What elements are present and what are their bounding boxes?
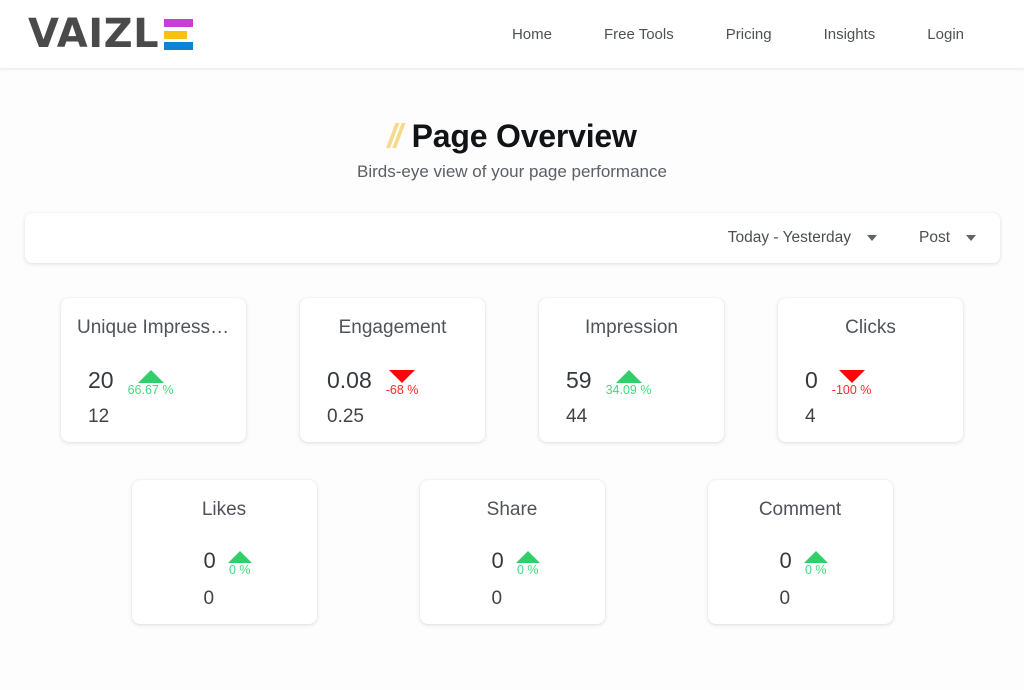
metric-delta-block: 0 % bbox=[515, 550, 540, 578]
metric-delta-block: 0 % bbox=[227, 550, 252, 578]
nav-item-home[interactable]: Home bbox=[512, 26, 552, 43]
brand-bar-magenta bbox=[164, 19, 194, 27]
date-range-label: Today - Yesterday bbox=[727, 228, 851, 246]
chevron-down-icon bbox=[866, 234, 877, 241]
metric-title: Engagement bbox=[338, 316, 447, 338]
metric-delta-text: 0 % bbox=[516, 562, 539, 577]
metric-delta-text: 0 % bbox=[228, 562, 251, 577]
filter-bar: Today - Yesterday Post bbox=[25, 212, 1000, 263]
nav-item-insights[interactable]: Insights bbox=[824, 26, 876, 43]
metric-title: Comment bbox=[758, 498, 842, 520]
brand-logo[interactable]: VAIZL bbox=[28, 11, 194, 57]
page-title-text: Page Overview bbox=[411, 118, 637, 154]
metric-title: Unique Impressi... bbox=[77, 316, 230, 338]
metric-figures: 20 66.67 % 12 bbox=[77, 368, 230, 428]
brand-wordmark: VAIZL bbox=[28, 11, 160, 57]
brand-bar-blue bbox=[164, 42, 194, 50]
metric-delta-block: 0 % bbox=[803, 550, 828, 578]
content-type-label: Post bbox=[918, 228, 950, 246]
metric-card-unique-impressions[interactable]: Unique Impressi... 20 66.67 % 12 bbox=[61, 297, 246, 442]
metric-title: Share bbox=[486, 498, 538, 520]
metric-delta-block: 34.09 % bbox=[605, 369, 652, 398]
metric-card-engagement[interactable]: Engagement 0.08 -68 % 0.25 bbox=[300, 297, 485, 442]
metric-previous-value: 0 bbox=[203, 587, 215, 609]
site-header: VAIZL Home Free Tools Pricing Insights L… bbox=[0, 0, 1024, 68]
metric-figures: 59 34.09 % 44 bbox=[555, 368, 708, 428]
trend-down-icon bbox=[838, 369, 865, 383]
metric-delta-text: 34.09 % bbox=[605, 382, 652, 397]
nav-item-login[interactable]: Login bbox=[927, 26, 964, 43]
metric-primary-row: 20 66.67 % bbox=[88, 368, 173, 398]
metric-primary-row: 0 0 % bbox=[780, 549, 828, 578]
metric-title: Clicks bbox=[845, 316, 896, 338]
metric-title: Likes bbox=[201, 498, 247, 520]
metric-primary-row: 0 0 % bbox=[492, 549, 540, 578]
main-nav: Home Free Tools Pricing Insights Login bbox=[512, 26, 996, 43]
metric-delta-block: -68 % bbox=[385, 369, 419, 398]
content-type-dropdown[interactable]: Post bbox=[913, 225, 982, 251]
title-slashes-icon: // bbox=[387, 117, 402, 154]
metric-card-impression[interactable]: Impression 59 34.09 % 44 bbox=[539, 297, 724, 442]
metric-value: 0.08 bbox=[327, 366, 372, 393]
trend-up-icon bbox=[227, 550, 252, 563]
metric-primary-row: 0 0 % bbox=[204, 549, 252, 578]
metric-previous-value: 12 bbox=[88, 405, 110, 427]
metric-delta-text: -100 % bbox=[831, 382, 872, 397]
metric-primary-row: 0 -100 % bbox=[805, 368, 871, 398]
trend-up-icon bbox=[137, 369, 164, 383]
metric-delta-block: -100 % bbox=[831, 369, 872, 398]
metric-delta-block: 66.67 % bbox=[127, 369, 174, 398]
page-title: //Page Overview bbox=[387, 116, 637, 156]
page-subtitle: Birds-eye view of your page performance bbox=[357, 161, 667, 181]
metric-cards-row-primary: Unique Impressi... 20 66.67 % 12 Engagem… bbox=[0, 297, 1024, 442]
trend-down-icon bbox=[389, 369, 416, 383]
date-range-dropdown[interactable]: Today - Yesterday bbox=[722, 225, 883, 251]
metric-value: 59 bbox=[566, 366, 592, 393]
metric-figures: 0.08 -68 % 0.25 bbox=[316, 368, 469, 428]
trend-up-icon bbox=[803, 550, 828, 563]
metric-card-clicks[interactable]: Clicks 0 -100 % 4 bbox=[778, 297, 963, 442]
chevron-down-icon bbox=[966, 234, 976, 241]
metric-title: Impression bbox=[585, 316, 678, 338]
metric-cards-row-secondary: Likes 0 0 % 0 Share 0 0 % 0 Comment 0 0 … bbox=[0, 479, 1024, 624]
metric-previous-value: 0 bbox=[491, 587, 503, 609]
metric-figures: 0 0 % 0 bbox=[148, 549, 301, 610]
metric-card-share[interactable]: Share 0 0 % 0 bbox=[419, 479, 605, 624]
metric-value: 0 bbox=[805, 366, 818, 393]
metric-value: 0 bbox=[203, 547, 216, 573]
metric-primary-row: 0.08 -68 % bbox=[327, 368, 418, 398]
metric-delta-text: 0 % bbox=[804, 562, 827, 577]
nav-item-pricing[interactable]: Pricing bbox=[726, 26, 772, 43]
metric-previous-value: 4 bbox=[805, 405, 816, 427]
page-heading-block: //Page Overview bbox=[0, 116, 1024, 156]
metric-value: 0 bbox=[779, 547, 792, 573]
trend-up-icon bbox=[615, 369, 642, 383]
metric-previous-value: 0.25 bbox=[327, 405, 364, 427]
metric-value: 0 bbox=[491, 547, 504, 573]
metric-primary-row: 59 34.09 % bbox=[566, 368, 651, 398]
metric-value: 20 bbox=[88, 366, 114, 393]
metric-figures: 0 0 % 0 bbox=[436, 549, 589, 610]
brand-bar-yellow bbox=[164, 30, 187, 39]
metric-previous-value: 0 bbox=[779, 587, 791, 609]
trend-up-icon bbox=[515, 550, 540, 563]
metric-figures: 0 -100 % 4 bbox=[794, 368, 947, 428]
nav-item-free-tools[interactable]: Free Tools bbox=[604, 26, 674, 43]
metric-delta-text: -68 % bbox=[385, 382, 419, 397]
metric-card-likes[interactable]: Likes 0 0 % 0 bbox=[131, 479, 317, 624]
brand-e-mark-icon bbox=[164, 19, 194, 50]
metric-figures: 0 0 % 0 bbox=[724, 549, 877, 610]
page-body: //Page Overview Birds-eye view of your p… bbox=[0, 68, 1024, 690]
metric-card-comment[interactable]: Comment 0 0 % 0 bbox=[707, 479, 893, 624]
metric-delta-text: 66.67 % bbox=[127, 382, 174, 397]
metric-previous-value: 44 bbox=[566, 405, 588, 427]
